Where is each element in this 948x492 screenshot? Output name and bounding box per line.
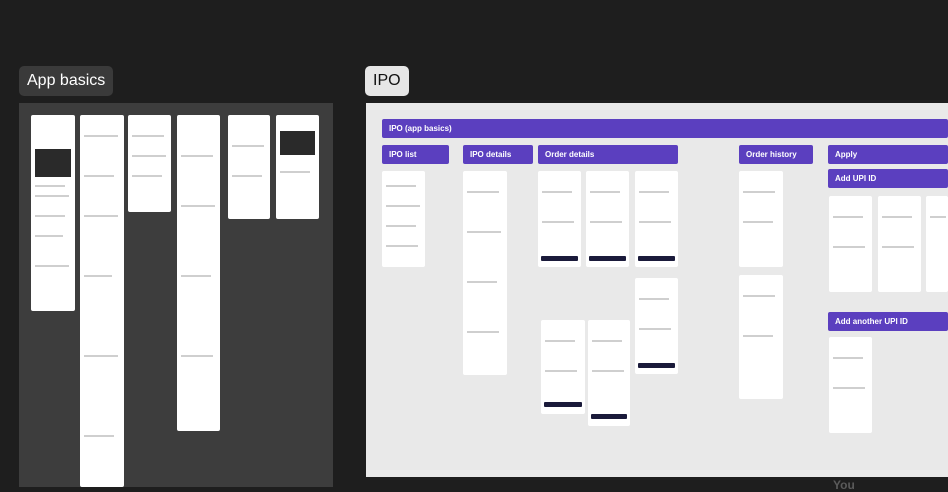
column-header-apply: Apply xyxy=(828,145,948,164)
phone-mockup[interactable] xyxy=(177,115,220,431)
column-header-order-history: Order history xyxy=(739,145,813,164)
phone-mockup[interactable] xyxy=(538,171,581,267)
phone-mockup[interactable] xyxy=(541,320,585,414)
phone-mockup[interactable] xyxy=(739,275,783,399)
phone-mockup[interactable] xyxy=(878,196,921,292)
phone-mockup[interactable] xyxy=(463,171,507,375)
phone-mockup[interactable] xyxy=(276,115,319,219)
frame-label-app-basics[interactable]: App basics xyxy=(19,66,114,96)
phone-mockup[interactable] xyxy=(228,115,270,219)
phone-mockup[interactable] xyxy=(926,196,948,292)
phone-mockup[interactable] xyxy=(829,337,872,433)
frame-label-ipo[interactable]: IPO xyxy=(365,66,409,96)
phone-mockup[interactable] xyxy=(382,171,425,267)
phone-mockup[interactable] xyxy=(80,115,124,487)
app-basics-section[interactable] xyxy=(19,103,333,487)
phone-mockup[interactable] xyxy=(31,115,75,311)
sub-header-add-another-upi-id: Add another UPI ID xyxy=(828,312,948,331)
phone-mockup[interactable] xyxy=(588,320,630,426)
column-header-ipo-list: IPO list xyxy=(382,145,449,164)
phone-mockup[interactable] xyxy=(739,171,783,267)
phone-mockup[interactable] xyxy=(829,196,872,292)
column-header-ipo-details: IPO details xyxy=(463,145,533,164)
ipo-header-banner: IPO (app basics) xyxy=(382,119,948,138)
column-header-order-details: Order details xyxy=(538,145,678,164)
phone-mockup[interactable] xyxy=(635,278,678,374)
phone-mockup[interactable] xyxy=(635,171,678,267)
phone-mockup[interactable] xyxy=(586,171,629,267)
phone-mockup[interactable] xyxy=(128,115,171,212)
ipo-section[interactable]: IPO (app basics) IPO list IPO details Or… xyxy=(366,103,948,477)
sub-header-add-upi-id: Add UPI ID xyxy=(828,169,948,188)
collaborator-cursor-label: You xyxy=(833,478,855,492)
